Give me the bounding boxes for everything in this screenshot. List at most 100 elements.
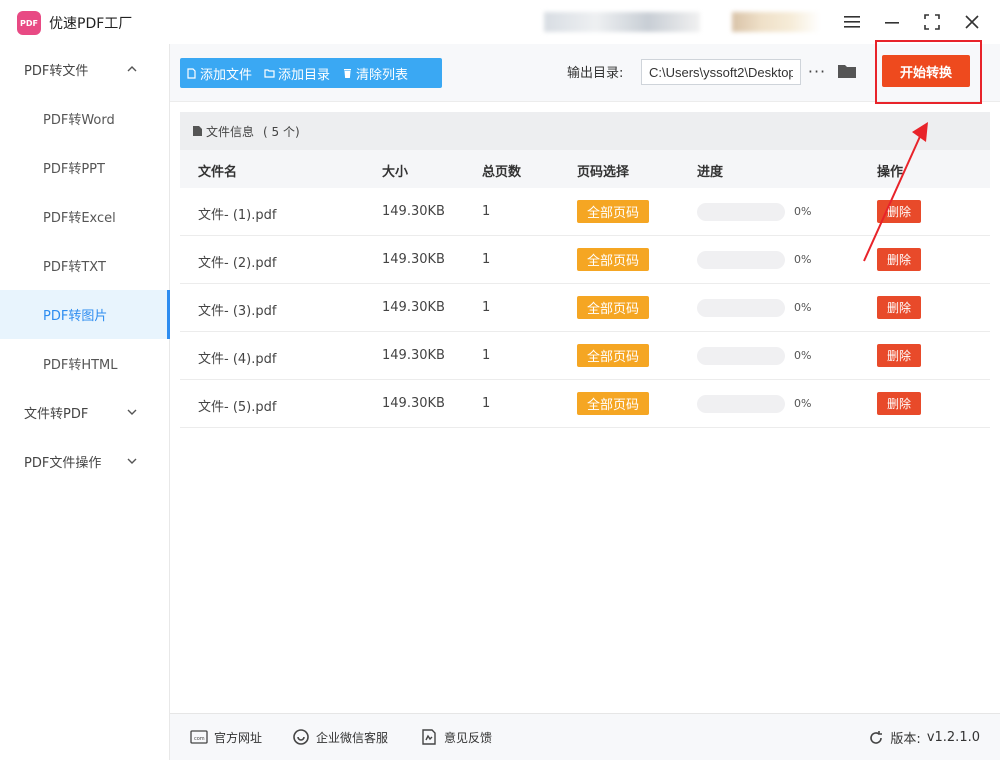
website-icon: com bbox=[190, 730, 208, 744]
progress-bar bbox=[697, 395, 785, 413]
sidebar-group-label: 文件转PDF bbox=[24, 407, 89, 422]
version-info: 版本: v1.2.1.0 bbox=[868, 728, 980, 747]
sidebar-item-label: PDF转PPT bbox=[43, 162, 105, 177]
feedback-icon bbox=[422, 729, 436, 745]
version-number: v1.2.1.0 bbox=[926, 730, 980, 745]
file-name: 文件- (1).pdf bbox=[198, 208, 277, 223]
page-select-button[interactable]: 全部页码 bbox=[577, 200, 649, 223]
column-header-filename: 文件名 bbox=[198, 165, 238, 180]
chevron-down-icon bbox=[127, 409, 137, 415]
delete-button[interactable]: 删除 bbox=[877, 392, 921, 415]
sidebar-item-pdf-to-txt[interactable]: PDF转TXT bbox=[0, 241, 170, 290]
sidebar-group-file-to-pdf[interactable]: 文件转PDF bbox=[0, 388, 170, 437]
trash-icon bbox=[344, 68, 352, 78]
delete-button[interactable]: 删除 bbox=[877, 344, 921, 367]
sidebar-item-label: PDF转TXT bbox=[43, 260, 106, 275]
column-header-pages: 总页数 bbox=[482, 165, 522, 180]
file-list-panel: 文件信息 ( 5 个) 文件名 大小 总页数 页码选择 进度 操作 文件- (1… bbox=[180, 112, 990, 698]
sidebar-group-pdf-operations[interactable]: PDF文件操作 bbox=[0, 437, 170, 486]
sidebar-item-pdf-to-ppt[interactable]: PDF转PPT bbox=[0, 143, 170, 192]
browse-more-icon[interactable]: ··· bbox=[807, 60, 827, 82]
sidebar-item-label: PDF转Word bbox=[43, 113, 115, 128]
sidebar-item-pdf-to-html[interactable]: PDF转HTML bbox=[0, 339, 170, 388]
add-file-button[interactable]: 添加文件 bbox=[180, 58, 258, 88]
sidebar-item-pdf-to-image[interactable]: PDF转图片 bbox=[0, 290, 170, 339]
clear-list-button[interactable]: 清除列表 bbox=[336, 58, 414, 88]
column-header-action: 操作 bbox=[877, 165, 904, 180]
file-info-header: 文件信息 ( 5 个) bbox=[180, 112, 990, 150]
add-directory-label: 添加目录 bbox=[278, 67, 331, 83]
clear-list-label: 清除列表 bbox=[356, 67, 409, 83]
page-select-button[interactable]: 全部页码 bbox=[577, 248, 649, 271]
progress-bar bbox=[697, 347, 785, 365]
sidebar-group-label: PDF转文件 bbox=[24, 64, 89, 79]
file-name: 文件- (4).pdf bbox=[198, 352, 277, 367]
file-size: 149.30KB bbox=[382, 204, 445, 219]
sidebar-item-label: PDF转Excel bbox=[43, 211, 116, 226]
file-name: 文件- (3).pdf bbox=[198, 304, 277, 319]
maximize-icon[interactable] bbox=[920, 10, 944, 34]
table-row: 文件- (5).pdf 149.30KB 1 全部页码 0% 删除 bbox=[180, 380, 990, 428]
sidebar-group-pdf-to-file[interactable]: PDF转文件 bbox=[0, 45, 170, 94]
minimize-icon[interactable] bbox=[880, 10, 904, 34]
file-count: ( 5 个) bbox=[263, 124, 300, 139]
progress-bar bbox=[697, 203, 785, 221]
file-icon bbox=[187, 67, 196, 79]
output-path-input[interactable] bbox=[641, 59, 801, 85]
sidebar-group-label: PDF文件操作 bbox=[24, 456, 102, 471]
sidebar-item-pdf-to-word[interactable]: PDF转Word bbox=[0, 94, 170, 143]
file-pages: 1 bbox=[482, 348, 491, 363]
chevron-down-icon bbox=[127, 458, 137, 464]
file-size: 149.30KB bbox=[382, 348, 445, 363]
progress-bar bbox=[697, 299, 785, 317]
table-row: 文件- (2).pdf 149.30KB 1 全部页码 0% 删除 bbox=[180, 236, 990, 284]
add-file-label: 添加文件 bbox=[200, 67, 253, 83]
app-title: 优速PDF工厂 bbox=[49, 16, 133, 32]
sidebar-item-label: PDF转图片 bbox=[43, 309, 108, 324]
chevron-up-icon bbox=[127, 66, 137, 72]
wechat-support-icon bbox=[293, 729, 309, 745]
table-header: 文件名 大小 总页数 页码选择 进度 操作 bbox=[180, 150, 990, 188]
refresh-icon[interactable] bbox=[868, 730, 884, 746]
page-select-button[interactable]: 全部页码 bbox=[577, 296, 649, 319]
file-size: 149.30KB bbox=[382, 300, 445, 315]
progress-percent: 0% bbox=[794, 205, 812, 218]
delete-button[interactable]: 删除 bbox=[877, 296, 921, 319]
close-icon[interactable] bbox=[960, 10, 984, 34]
wechat-support-link[interactable]: 企业微信客服 bbox=[292, 728, 388, 746]
feedback-link[interactable]: 意见反馈 bbox=[420, 728, 492, 746]
sidebar-item-pdf-to-excel[interactable]: PDF转Excel bbox=[0, 192, 170, 241]
progress-percent: 0% bbox=[794, 397, 812, 410]
official-website-link[interactable]: com 官方网址 bbox=[190, 728, 262, 746]
document-icon bbox=[193, 126, 202, 136]
app-logo-icon: PDF bbox=[17, 11, 41, 35]
version-label: 版本: bbox=[890, 732, 921, 747]
file-name: 文件- (2).pdf bbox=[198, 256, 277, 271]
blurred-user-info bbox=[544, 12, 700, 32]
page-select-button[interactable]: 全部页码 bbox=[577, 392, 649, 415]
official-website-label: 官方网址 bbox=[214, 730, 263, 745]
table-row: 文件- (3).pdf 149.30KB 1 全部页码 0% 删除 bbox=[180, 284, 990, 332]
file-name: 文件- (5).pdf bbox=[198, 400, 277, 415]
folder-icon[interactable] bbox=[836, 60, 858, 82]
start-conversion-button[interactable]: 开始转换 bbox=[882, 55, 970, 87]
progress-bar bbox=[697, 251, 785, 269]
file-button-group: 添加文件 添加目录 清除列表 bbox=[180, 58, 442, 88]
page-select-button[interactable]: 全部页码 bbox=[577, 344, 649, 367]
progress-percent: 0% bbox=[794, 349, 812, 362]
output-directory-label: 输出目录: bbox=[567, 66, 624, 81]
feedback-label: 意见反馈 bbox=[444, 730, 493, 745]
table-row: 文件- (1).pdf 149.30KB 1 全部页码 0% 删除 bbox=[180, 188, 990, 236]
wechat-support-label: 企业微信客服 bbox=[316, 730, 389, 745]
footer: com 官方网址 企业微信客服 意见反馈 版本: v1.2.1.0 bbox=[170, 713, 1000, 760]
delete-button[interactable]: 删除 bbox=[877, 200, 921, 223]
folder-outline-icon bbox=[264, 68, 275, 78]
add-directory-button[interactable]: 添加目录 bbox=[258, 58, 336, 88]
delete-button[interactable]: 删除 bbox=[877, 248, 921, 271]
column-header-progress: 进度 bbox=[697, 165, 724, 180]
file-pages: 1 bbox=[482, 252, 491, 267]
sidebar: PDF转文件 PDF转Word PDF转PPT PDF转Excel PDF转TX… bbox=[0, 44, 170, 760]
column-header-page-select: 页码选择 bbox=[577, 165, 630, 180]
menu-icon[interactable] bbox=[840, 10, 864, 34]
sidebar-item-label: PDF转HTML bbox=[43, 358, 118, 373]
